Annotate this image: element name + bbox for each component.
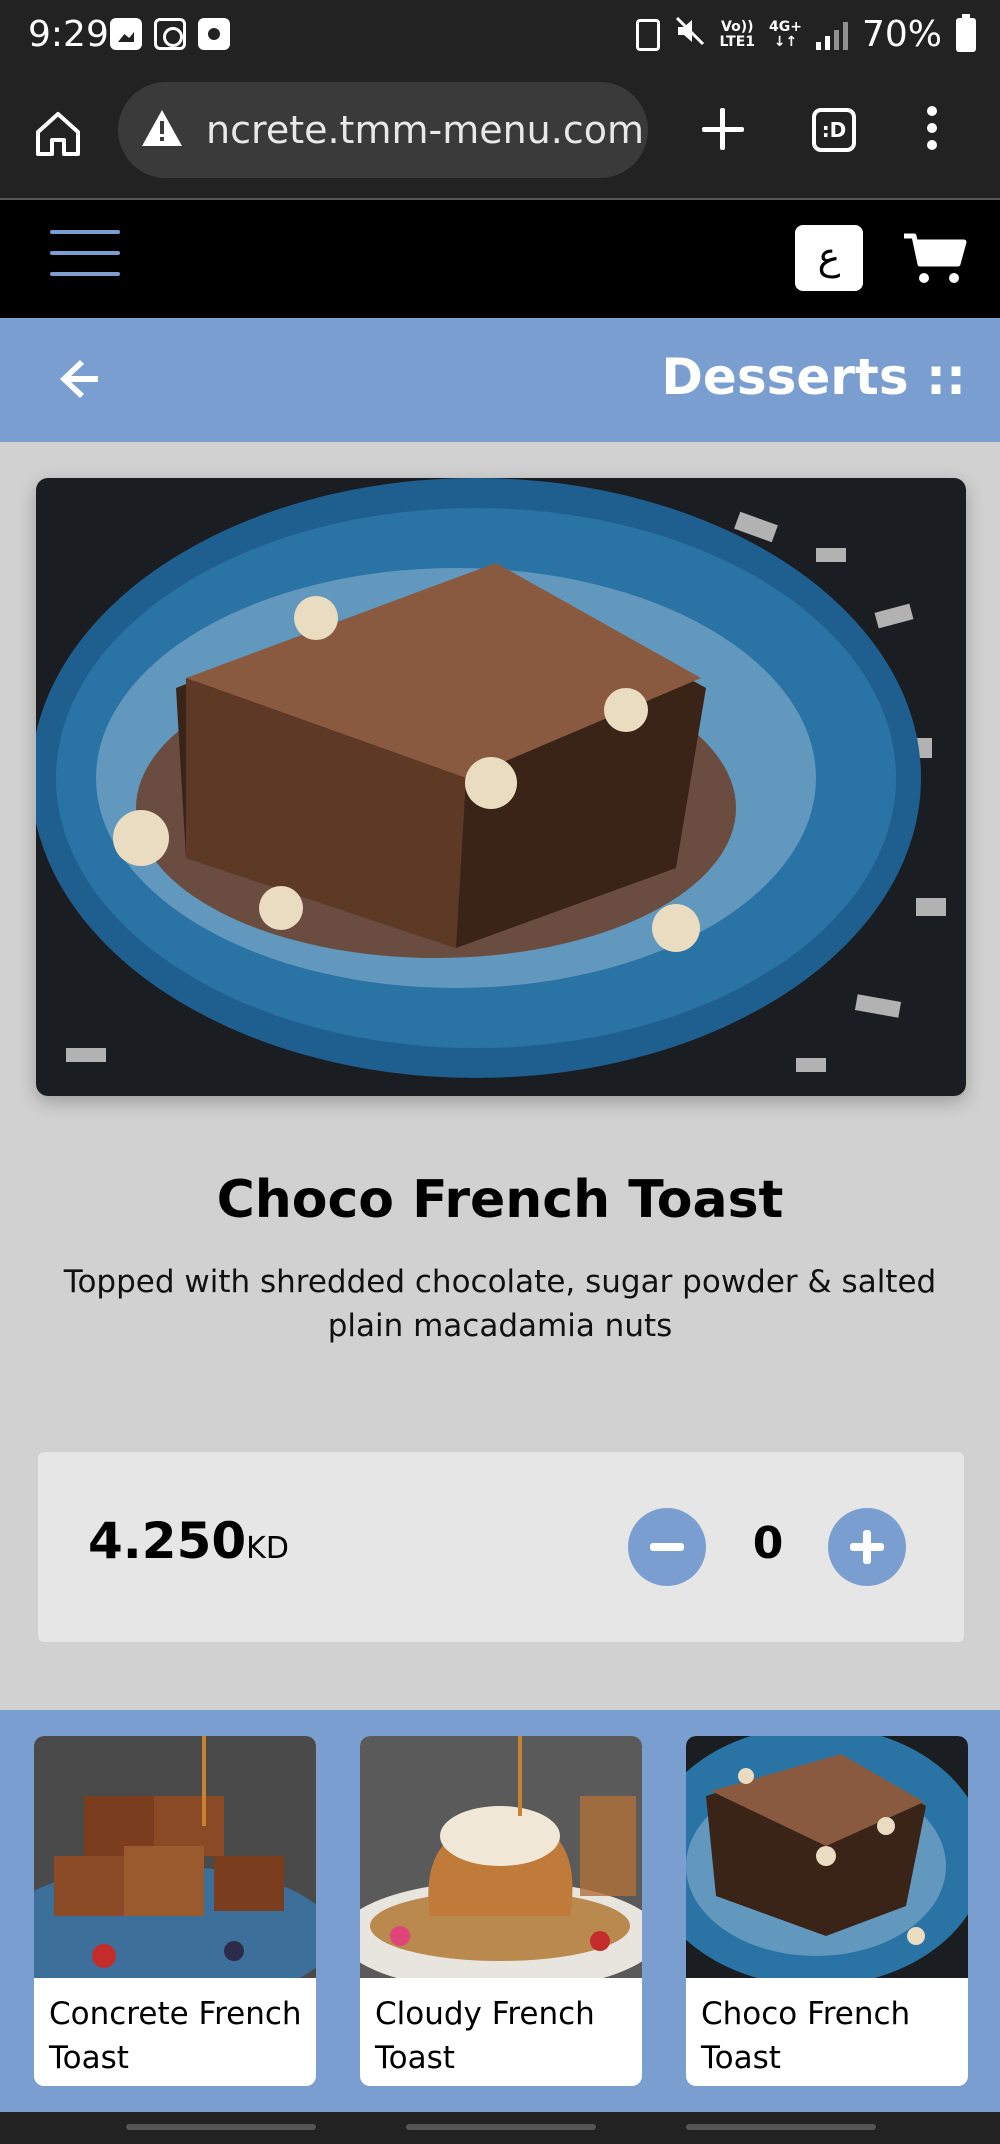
related-item-label[interactable]: Choco French Toast <box>701 1992 961 2080</box>
related-item-card[interactable]: Concrete French Toast <box>34 1736 316 2086</box>
category-title-bar: Desserts :: <box>0 318 1000 442</box>
mute-icon <box>674 15 706 55</box>
data-indicator: 4G+ ↓↑ <box>769 18 802 50</box>
signal-icon <box>815 20 848 50</box>
notification-icons <box>110 18 230 50</box>
cart-icon[interactable] <box>902 230 968 286</box>
related-item-image <box>360 1736 642 1978</box>
battery-percentage: 70% <box>861 14 942 55</box>
status-bar: 9:29 Vo)) LTE1 4G+ ↓↑ 70% <box>0 0 1000 74</box>
quantity-value: 0 <box>752 1518 784 1569</box>
battery-saver-icon <box>635 18 660 51</box>
nav-home-handle[interactable] <box>406 2124 596 2130</box>
warning-icon[interactable] <box>140 108 184 148</box>
nav-back-handle[interactable] <box>686 2124 876 2130</box>
status-time: 9:29 <box>28 14 109 55</box>
product-name: Choco French Toast <box>216 1170 784 1230</box>
back-arrow-icon[interactable] <box>56 356 102 402</box>
hamburger-icon[interactable] <box>50 230 120 280</box>
data-type-text: 4G+ <box>769 18 802 35</box>
related-item-label[interactable]: Cloudy French Toast <box>375 1992 635 2080</box>
price-currency: KD <box>246 1531 289 1566</box>
clock-app-icon <box>198 18 230 50</box>
related-item-image <box>34 1736 316 1978</box>
price-panel: 4.250KD 0 <box>38 1452 964 1642</box>
related-item-card[interactable]: Cloudy French Toast <box>360 1736 642 2086</box>
price-value: 4.250 <box>88 1512 247 1570</box>
product-description: Topped with shredded chocolate, sugar po… <box>63 1264 937 1344</box>
address-bar[interactable]: concrete.tmm-menu.com <box>118 82 648 178</box>
instagram-icon <box>154 18 186 50</box>
product-price: 4.250KD <box>88 1512 289 1570</box>
product-image <box>36 478 966 1096</box>
system-navigation-bar <box>0 2112 1000 2144</box>
volte-bottom-text: LTE1 <box>719 33 756 50</box>
language-toggle-button[interactable]: ع <box>795 225 863 291</box>
volte-indicator: Vo)) LTE1 <box>719 18 756 50</box>
page-title: Desserts :: <box>661 348 966 406</box>
home-icon[interactable] <box>30 106 86 162</box>
related-item-label[interactable]: Concrete French Toast <box>49 1992 309 2080</box>
app-header: ع <box>0 200 1000 318</box>
browser-toolbar: concrete.tmm-menu.com :D <box>0 74 1000 200</box>
more-vert-icon[interactable] <box>922 106 942 156</box>
gallery-icon <box>110 18 142 50</box>
nav-recents-handle[interactable] <box>126 2124 316 2130</box>
tabs-icon[interactable]: :D <box>812 108 856 152</box>
battery-icon <box>956 13 976 52</box>
related-item-card[interactable]: Choco French Toast <box>686 1736 968 2086</box>
plus-icon[interactable] <box>698 104 748 154</box>
system-icons: Vo)) LTE1 4G+ ↓↑ 70% <box>635 13 976 55</box>
increase-quantity-button[interactable] <box>828 1508 906 1586</box>
url-text[interactable]: concrete.tmm-menu.com <box>204 108 644 152</box>
volte-top-text: Vo)) <box>721 18 754 35</box>
related-items: Concrete French Toast Cloudy French Toas… <box>0 1710 1000 2112</box>
decrease-quantity-button[interactable] <box>628 1508 706 1586</box>
related-item-image <box>686 1736 968 1978</box>
